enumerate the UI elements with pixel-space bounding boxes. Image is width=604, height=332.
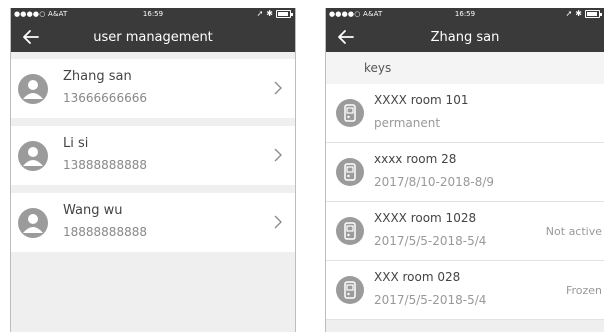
status-icons: ➚ ✱ [256,9,293,18]
user-management-screen: ●●●●○ A&AT 16:59 ➚ ✱ user management Zha… [10,8,296,332]
keys-label: keys [364,61,392,75]
location-icon: ➚ [256,9,264,18]
status-bar: ●●●●○ A&AT 16:59 ➚ ✱ [11,8,295,22]
key-row[interactable]: XXX room 028 2017/5/5-2018-5/4 Frozen [326,261,604,320]
key-row[interactable]: XXXX room 101 permanent [326,84,604,143]
key-room: XXXX room 1028 [374,211,477,225]
bluetooth-icon: ✱ [266,9,273,18]
key-row[interactable]: XXXX room 1028 2017/5/5-2018-5/4 Not act… [326,202,604,261]
door-lock-icon [336,217,364,245]
page-title: user management [93,29,213,45]
nav-bar: user management [11,22,295,52]
user-name: Wang wu [63,203,123,218]
user-list: Zhang san 13666666666 Li si 13888888888 … [11,52,295,252]
user-row[interactable]: Li si 13888888888 [11,126,295,185]
door-lock-icon [336,276,364,304]
key-room: xxxx room 28 [374,152,457,166]
key-term: permanent [374,116,441,130]
location-icon: ➚ [565,9,573,18]
nav-bar: Zhang san [326,22,604,52]
key-row[interactable]: xxxx room 28 2017/8/10-2018-8/9 [326,143,604,202]
user-phone: 13666666666 [63,91,147,105]
chevron-right-icon [274,81,282,95]
avatar-icon [18,141,48,171]
key-term: 2017/5/5-2018-5/4 [374,293,487,307]
chevron-right-icon [274,148,282,162]
user-phone: 13888888888 [63,158,147,172]
keys-section-header: keys [326,52,604,84]
key-term: 2017/8/10-2018-8/9 [374,175,495,189]
back-arrow-icon[interactable] [21,27,41,47]
status-icons: ➚ ✱ [565,9,602,18]
status-bar: ●●●●○ A&AT 16:59 ➚ ✱ [326,8,604,22]
avatar-icon [18,208,48,238]
page-title: Zhang san [430,29,500,45]
avatar-icon [18,74,48,104]
user-row[interactable]: Zhang san 13666666666 [11,59,295,118]
key-status: Not active [545,225,602,238]
bluetooth-icon: ✱ [575,9,582,18]
door-lock-icon [336,158,364,186]
chevron-right-icon [274,215,282,229]
user-name: Li si [63,136,89,151]
key-term: 2017/5/5-2018-5/4 [374,234,487,248]
clock: 16:59 [142,10,164,18]
user-row[interactable]: Wang wu 18888888888 [11,193,295,252]
clock: 16:59 [454,10,476,18]
battery-icon [276,9,293,18]
battery-icon [585,9,602,18]
user-name: Zhang san [63,69,132,84]
user-phone: 18888888888 [63,225,147,239]
door-lock-icon [336,99,364,127]
key-list: XXXX room 101 permanent xxxx room 28 201… [326,84,604,320]
key-room: XXXX room 101 [374,93,469,107]
back-arrow-icon[interactable] [336,27,356,47]
user-keys-screen: ●●●●○ A&AT 16:59 ➚ ✱ Zhang san keys XXXX… [325,8,604,332]
key-room: XXX room 028 [374,270,461,284]
key-status: Frozen [565,284,602,297]
